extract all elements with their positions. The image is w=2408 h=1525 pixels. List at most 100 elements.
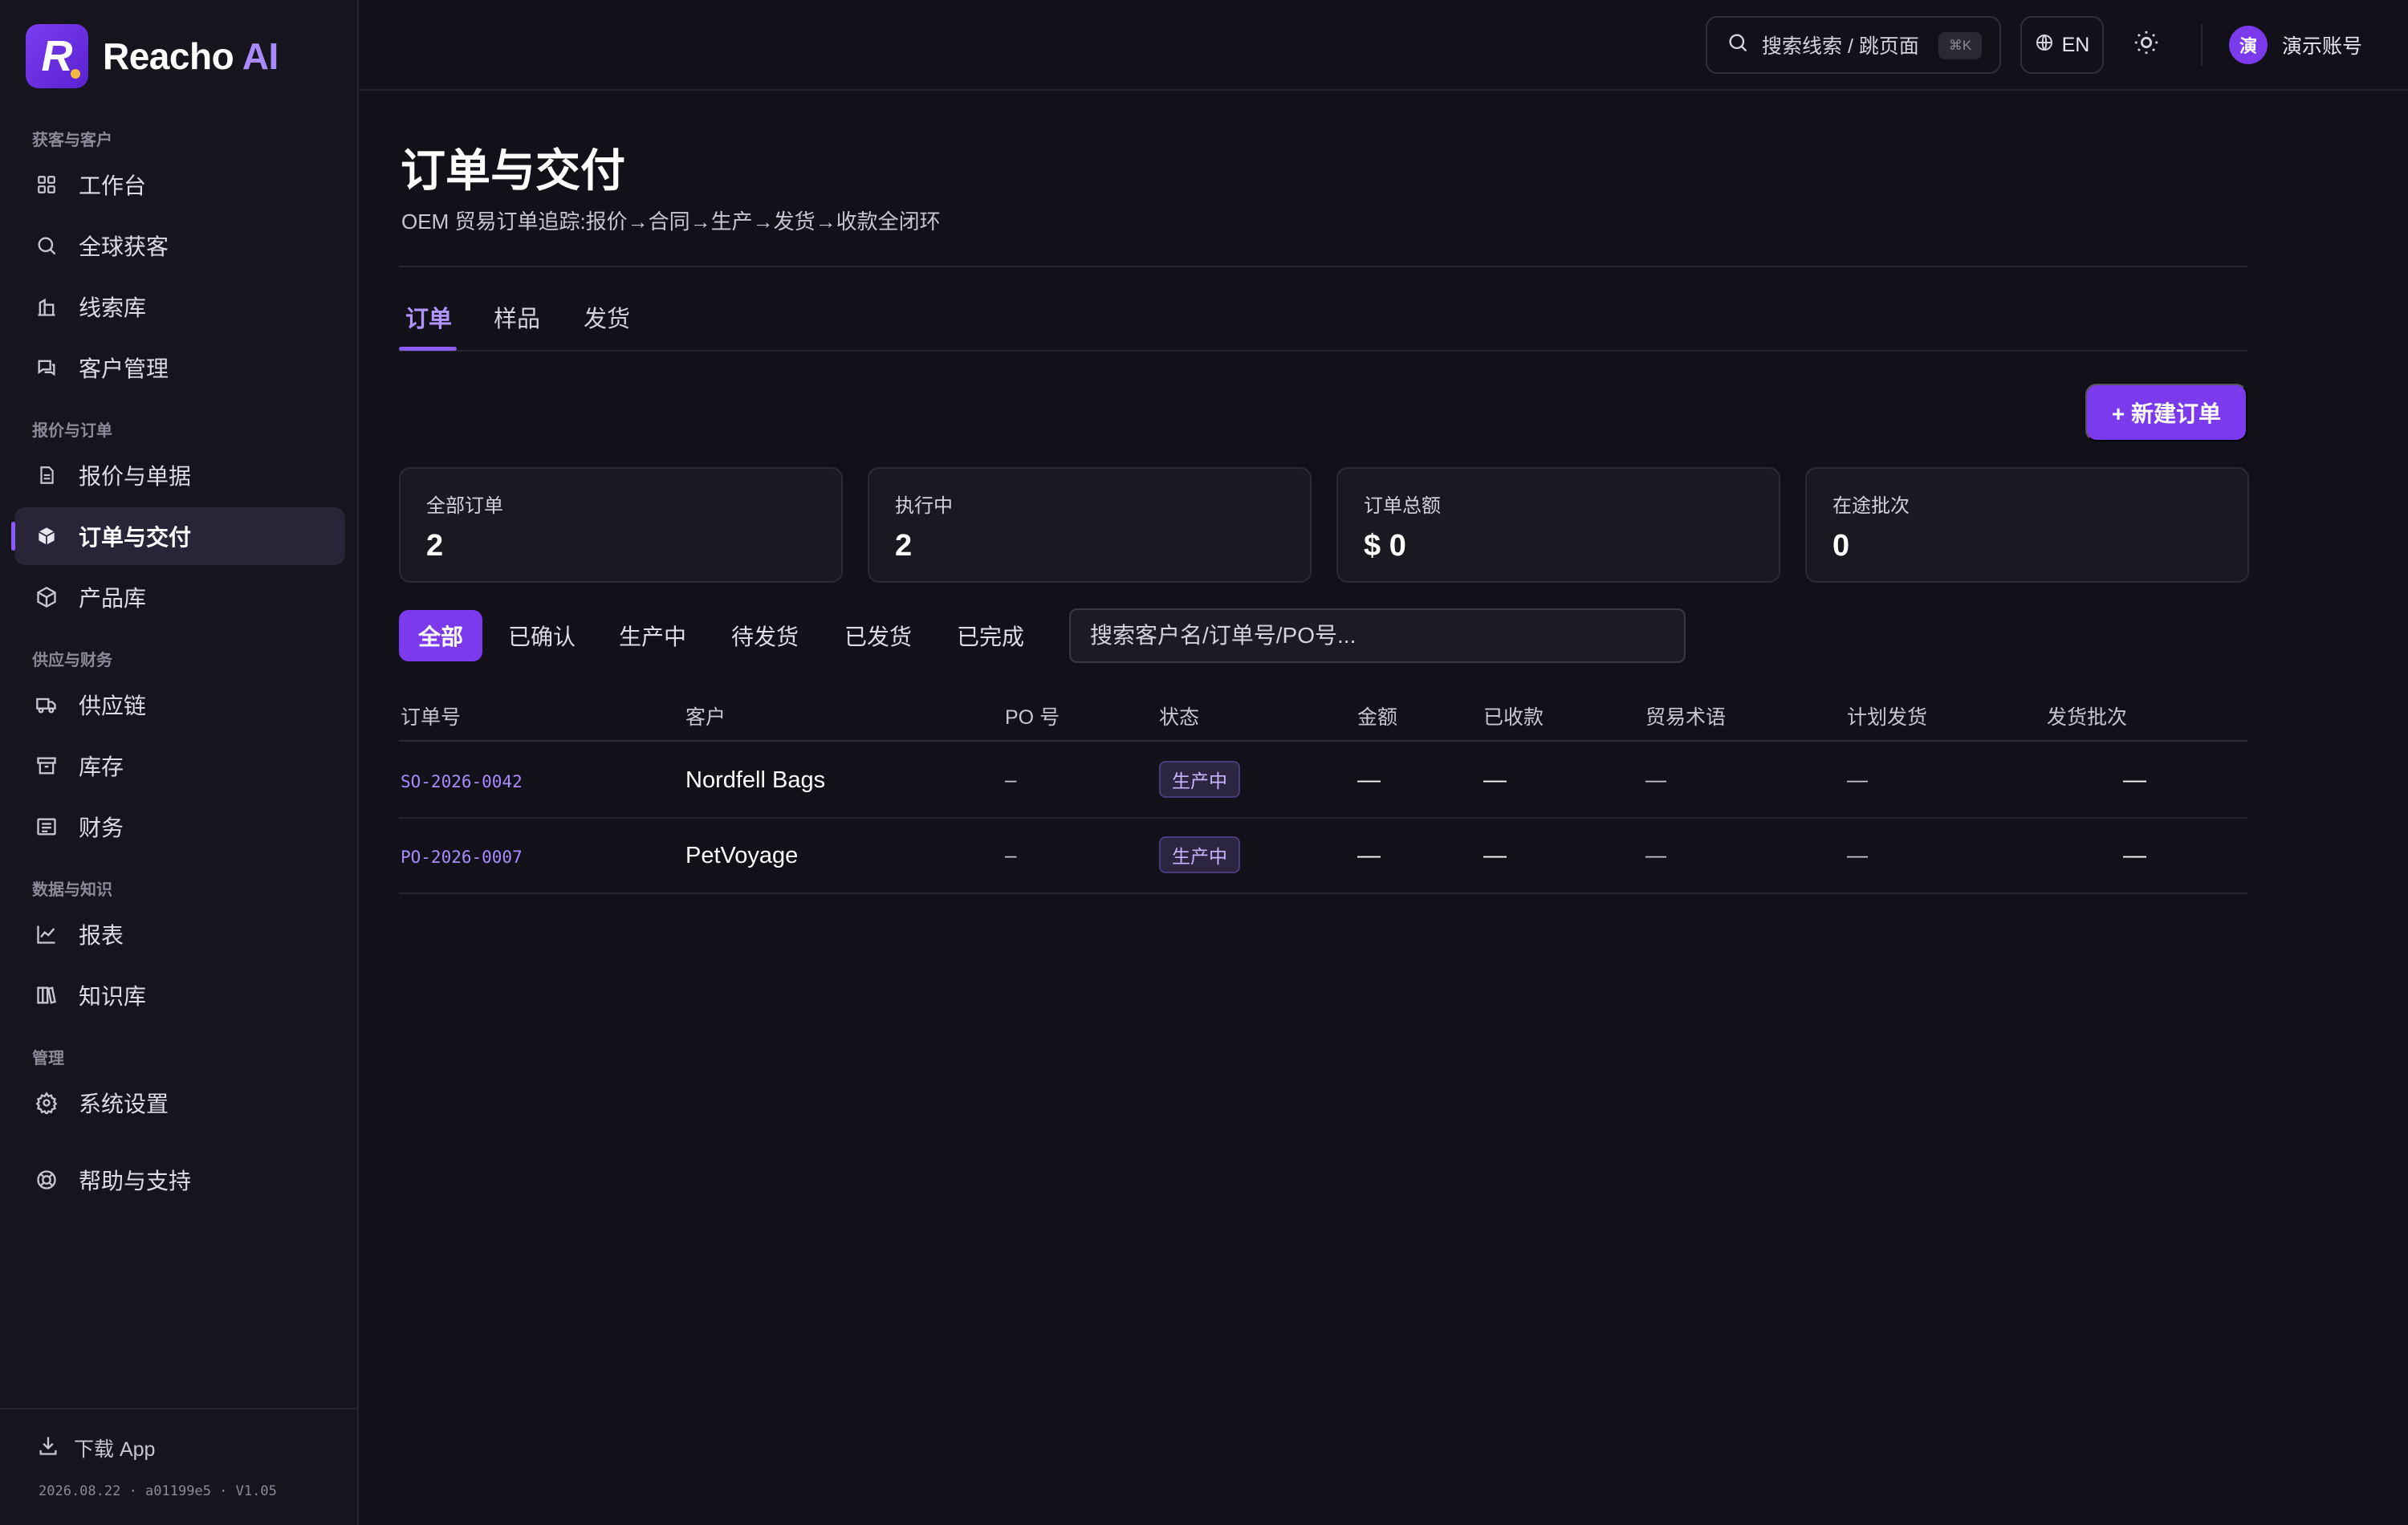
nav-section-supply: 供应与财务	[32, 652, 112, 669]
logo-mark-icon: R	[26, 24, 88, 88]
cube-icon	[34, 584, 59, 610]
filter-chip-confirmed[interactable]: 已确认	[508, 610, 576, 661]
sidebar-item-label: 工作台	[79, 173, 147, 198]
sidebar-item-label: 知识库	[79, 984, 147, 1009]
nav-section-admin: 管理	[32, 1050, 64, 1068]
filter-chip-completed[interactable]: 已完成	[957, 610, 1024, 661]
sidebar-item-label: 报表	[79, 923, 124, 948]
sidebar-item-supply-chain[interactable]: 供应链	[14, 676, 345, 734]
column-header[interactable]: 状态	[1159, 702, 1199, 730]
books-icon	[34, 982, 59, 1008]
order-number-link[interactable]: PO-2026-0007	[401, 848, 523, 867]
document-icon	[34, 462, 59, 488]
sidebar-item-global-acquisition[interactable]: 全球获客	[14, 217, 345, 274]
top-bar: 搜索线索 / 跳页面 ⌘K EN 演 演示账号	[359, 0, 2408, 91]
column-header[interactable]: PO 号	[1005, 702, 1060, 730]
po-number: –	[1005, 767, 1017, 791]
theme-toggle[interactable]	[2133, 29, 2165, 61]
received-amount: —	[1483, 767, 1507, 793]
sidebar-item-label: 库存	[79, 754, 124, 779]
sidebar-item-inventory[interactable]: 库存	[14, 737, 345, 795]
filter-chip-in-production[interactable]: 生产中	[619, 610, 686, 661]
stat-label: 在途批次	[1832, 495, 1910, 517]
column-header[interactable]: 贸易术语	[1645, 702, 1726, 730]
nav-section-acquisition: 获客与客户	[32, 132, 112, 149]
amount: —	[1357, 767, 1381, 793]
sidebar-item-workbench[interactable]: 工作台	[14, 156, 345, 214]
sidebar-item-knowledge[interactable]: 知识库	[14, 966, 345, 1024]
customer-name: Nordfell Bags	[685, 767, 826, 793]
stat-label: 订单总额	[1364, 495, 1441, 517]
trade-terms: —	[1645, 767, 1666, 791]
download-icon	[37, 1434, 59, 1462]
column-header[interactable]: 已收款	[1483, 702, 1544, 730]
column-header[interactable]: 计划发货	[1847, 702, 1927, 730]
sidebar-item-orders[interactable]: 订单与交付	[11, 507, 345, 565]
table-header: 订单号 客户 PO 号 状态 金额 已收款 贸易术语 计划发货 发货批次	[399, 693, 2247, 742]
sidebar-item-label: 系统设置	[79, 1092, 169, 1116]
table-row[interactable]: SO-2026-0042 Nordfell Bags – 生产中 — — — —…	[399, 743, 2247, 819]
customer-name: PetVoyage	[685, 843, 799, 868]
filter-chip-all[interactable]: 全部	[399, 610, 483, 661]
search-label: 搜索线索 / 跳页面	[1762, 35, 1919, 58]
stat-label: 全部订单	[426, 495, 503, 517]
search-icon	[1727, 31, 1749, 59]
download-app-link[interactable]: 下载 App	[37, 1434, 155, 1462]
global-search-button[interactable]: 搜索线索 / 跳页面 ⌘K	[1706, 16, 2001, 74]
header-divider	[399, 266, 2247, 267]
column-header[interactable]: 订单号	[401, 702, 461, 730]
sidebar-item-settings[interactable]: 系统设置	[14, 1074, 345, 1132]
status-badge: 生产中	[1159, 761, 1240, 798]
app-logo[interactable]: R Reacho AI	[26, 24, 279, 88]
stat-value: 2	[426, 529, 444, 563]
account-name: 演示账号	[2282, 35, 2363, 58]
globe-icon	[2035, 33, 2054, 58]
sun-icon	[2133, 31, 2160, 59]
order-search-input[interactable]	[1069, 608, 1686, 663]
sidebar-item-label: 财务	[79, 815, 124, 840]
column-header[interactable]: 金额	[1357, 702, 1397, 730]
sidebar-item-help[interactable]: 帮助与支持	[14, 1151, 345, 1209]
shipment-batches: —	[2123, 843, 2146, 868]
table-row[interactable]: PO-2026-0007 PetVoyage – 生产中 — — — — —	[399, 819, 2247, 894]
sidebar-item-products[interactable]: 产品库	[14, 568, 345, 626]
active-tab-indicator	[399, 347, 457, 351]
filter-chip-pending-shipment[interactable]: 待发货	[731, 610, 799, 661]
building-icon	[34, 294, 59, 319]
stat-value: 0	[1832, 529, 1850, 563]
sidebar-item-label: 供应链	[79, 693, 147, 718]
tab-orders[interactable]: 订单	[405, 300, 452, 334]
column-header[interactable]: 客户	[685, 702, 726, 730]
sidebar-item-quotes[interactable]: 报价与单据	[14, 446, 345, 504]
account-menu[interactable]: 演 演示账号	[2229, 26, 2362, 64]
lifebuoy-icon	[34, 1167, 59, 1193]
tab-bar: 订单 样品 发货	[399, 295, 2247, 352]
stat-card-in-progress: 执行中 2	[868, 467, 1312, 583]
tab-samples[interactable]: 样品	[494, 300, 540, 334]
sidebar-item-reports[interactable]: 报表	[14, 905, 345, 963]
tab-shipments[interactable]: 发货	[584, 300, 630, 334]
gear-icon	[34, 1090, 59, 1116]
app-name: Reacho AI	[103, 35, 279, 77]
received-amount: —	[1483, 843, 1507, 868]
box-icon	[34, 523, 59, 549]
planned-ship-date: —	[1847, 843, 1868, 867]
status-badge: 生产中	[1159, 836, 1240, 873]
truck-icon	[34, 692, 59, 718]
filter-chip-shipped[interactable]: 已发货	[844, 610, 912, 661]
sidebar-item-customers[interactable]: 客户管理	[14, 339, 345, 396]
sidebar-item-finance[interactable]: 财务	[14, 798, 345, 856]
stat-value: $ 0	[1364, 529, 1406, 563]
search-icon	[34, 233, 59, 258]
stat-card-total-orders: 全部订单 2	[399, 467, 843, 583]
sidebar: R Reacho AI 获客与客户 工作台 全球获客 线索库 客户管理 报价与订…	[0, 0, 359, 1525]
language-toggle[interactable]: EN	[2020, 16, 2104, 74]
column-header[interactable]: 发货批次	[2047, 702, 2127, 730]
shortcut-badge: ⌘K	[1938, 32, 1982, 59]
sidebar-item-leads[interactable]: 线索库	[14, 278, 345, 336]
trade-terms: —	[1645, 843, 1666, 867]
order-number-link[interactable]: SO-2026-0042	[401, 772, 523, 791]
new-order-button[interactable]: + 新建订单	[2085, 384, 2247, 441]
line-chart-icon	[34, 921, 59, 947]
po-number: –	[1005, 843, 1017, 867]
